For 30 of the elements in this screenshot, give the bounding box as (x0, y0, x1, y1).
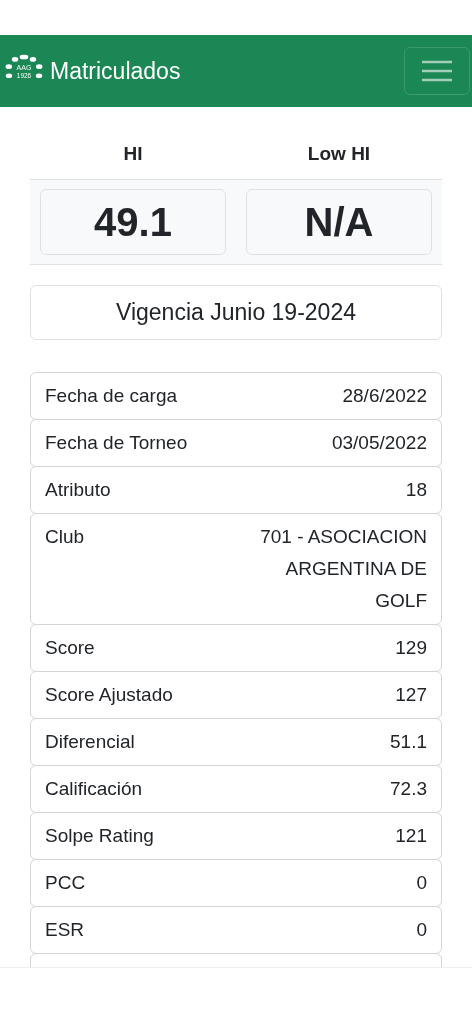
row-label: Calificación (45, 777, 143, 801)
row-value: 72.3 (390, 777, 427, 801)
row-value: 121 (395, 824, 427, 848)
row-label: Solpe Rating (45, 824, 154, 848)
validity-text: Vigencia Junio 19-2024 (30, 285, 442, 340)
menu-button[interactable] (404, 47, 470, 95)
row-label: Club (45, 525, 85, 549)
row-label: Diferencial (45, 730, 135, 754)
row-value: 0 (416, 918, 427, 942)
stat-label: HI (122, 143, 144, 166)
stat-label: Low HI (306, 143, 372, 166)
row-value: 129 (395, 636, 427, 660)
row-value: 701 - ASOCIACION ARGENTINA DE GOLF (259, 525, 427, 613)
row-value: 0 (416, 871, 427, 895)
stat-value: N/A (246, 189, 432, 255)
stat-value: 49.1 (40, 189, 226, 255)
row-value: 18 (405, 478, 427, 502)
row-value: 127 (395, 683, 427, 707)
app-title: Matriculados (50, 57, 182, 85)
row-value: 28/6/2022 (342, 384, 427, 408)
row-label: Fecha de carga (45, 384, 178, 408)
row-label: Score Ajustado (45, 683, 173, 707)
row-label: Score (45, 636, 95, 660)
row-value: 03/05/2022 (331, 431, 427, 455)
row-label: Fecha de Torneo (45, 431, 188, 455)
menu-icon (422, 60, 452, 82)
row-label: PCC (45, 871, 86, 895)
row-value: 51.1 (390, 730, 427, 754)
row-label: Atributo (45, 478, 111, 502)
row-label: ESR (45, 918, 85, 942)
